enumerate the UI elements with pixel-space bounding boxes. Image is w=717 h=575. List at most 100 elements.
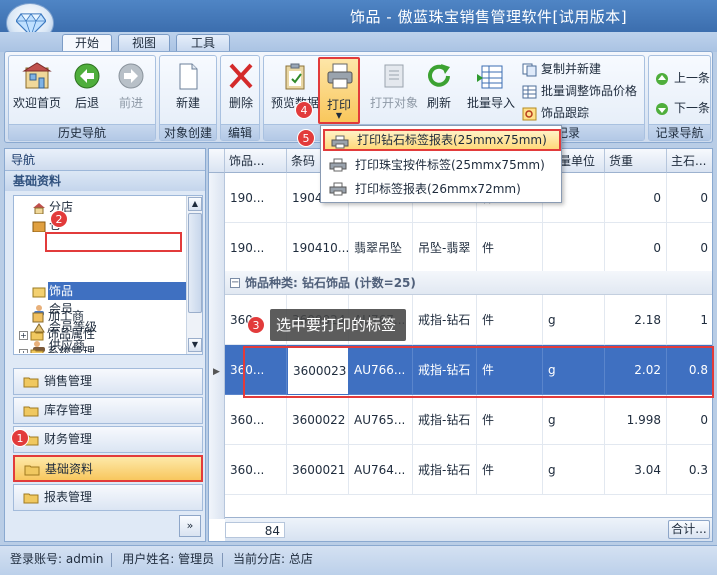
expand-plus-icon[interactable]: + [19,349,28,353]
home-label: 欢迎首页 [12,96,61,110]
cell-unit[interactable]: 件 [477,345,543,395]
step-badge-4: 4 [295,101,313,119]
module-sales[interactable]: 销售管理 [13,368,203,395]
column-header-item[interactable]: 饰品... [225,149,287,173]
cell-item[interactable]: 360... [225,345,287,395]
tree-item-label: 系统管理 [47,345,96,353]
step-badge-2: 2 [50,210,68,228]
back-button[interactable]: 后退 [65,60,109,116]
cell-main-stone[interactable]: 0.3 [667,445,712,495]
delete-x-icon [229,63,253,89]
tree-item-jewelry[interactable]: 饰品 [32,282,73,300]
instruction-callout: 选中要打印的标签 [270,309,407,341]
module-label: 财务管理 [44,432,93,446]
cell-barcode[interactable]: 190410... [287,223,349,273]
tab-tools[interactable]: 工具 [176,34,230,52]
expand-plus-icon[interactable]: + [19,331,28,340]
cell-unit[interactable]: 件 [477,445,543,495]
printer-icon [329,182,347,196]
home-button[interactable]: 欢迎首页 [11,60,63,116]
scroll-thumb[interactable] [188,213,202,313]
cell-code[interactable]: AU765... [349,395,413,445]
cell-goods-weight[interactable]: 2.02 [605,345,667,395]
delete-button[interactable]: 删除 [218,60,264,116]
tree-item-label: 加工商 [48,309,85,323]
expand-nav-chevron-icon[interactable]: » [179,515,201,537]
cell-weight-unit[interactable]: g [543,445,605,495]
batch-import-button[interactable]: 批量导入 [464,60,518,116]
cell-barcode[interactable]: 3600021 [287,445,349,495]
cell-weight-unit[interactable]: g [543,345,605,395]
print-dropdown-menu: 打印钻石标签报表(25mmx75mm) 打印珠宝按件标签(25mmx75mm) … [320,125,562,203]
prev-record-button[interactable]: 上一条 [655,69,710,87]
module-label: 销售管理 [44,374,93,388]
row-selector-column[interactable] [209,173,225,519]
cell-goods-weight[interactable]: 2.18 [605,295,667,345]
tree-item-processor[interactable]: 加工商 [31,307,84,325]
collapse-minus-icon[interactable]: − [230,278,240,288]
cell-category[interactable]: 吊坠-翡翠 [413,223,477,273]
folder-icon [23,493,39,504]
cell-main-stone[interactable]: 0 [667,223,712,273]
column-header-goods-weight[interactable]: 货重 [605,149,667,173]
back-arrow-icon [74,63,100,89]
cell-code[interactable]: AU766... [349,345,413,395]
cell-main-stone[interactable]: 0 [667,395,712,445]
cell-item[interactable]: 190... [225,173,287,223]
column-header-main-stone[interactable]: 主石... [667,149,712,173]
total-button[interactable]: 合计... [668,520,710,539]
tree-item-jewelry-attributes[interactable]: + 饰品属性 [19,325,95,343]
scroll-down-arrow-icon[interactable]: ▼ [188,338,202,352]
item-trace-button[interactable]: 饰品跟踪 [522,104,589,122]
module-reports[interactable]: 报表管理 [13,484,203,511]
cell-weight-unit[interactable] [543,223,605,273]
group-history-label: 历史导航 [9,124,155,140]
cell-item[interactable]: 360... [225,395,287,445]
cell-name[interactable]: 翡翠吊坠 [349,223,413,273]
tree-item-system[interactable]: + 系统管理 [19,343,95,353]
batch-price-button[interactable]: 批量调整饰品价格 [522,82,637,100]
cell-item[interactable]: 190... [225,223,287,273]
group-create: 新建 对象创建 [159,55,217,141]
copy-new-label: 复制并新建 [541,62,602,76]
cell-unit[interactable]: 件 [477,395,543,445]
cell-goods-weight[interactable]: 3.04 [605,445,667,495]
cell-goods-weight[interactable]: 0 [605,223,667,273]
cell-main-stone[interactable]: 0 [667,173,712,223]
next-record-button[interactable]: 下一条 [655,99,710,117]
cell-main-stone[interactable]: 0.8 [667,345,712,395]
cell-goods-weight[interactable]: 0 [605,173,667,223]
cell-unit[interactable]: 件 [477,223,543,273]
forward-button[interactable]: 前进 [109,60,153,116]
group-row-diamond[interactable]: − 饰品种类: 钻石饰品 (计数=25) [225,271,712,295]
print-button[interactable]: 打印 ▼ [318,57,360,124]
cell-weight-unit[interactable]: g [543,295,605,345]
module-basic-data[interactable]: 基础资料 [13,455,203,482]
module-inventory[interactable]: 库存管理 [13,397,203,424]
cell-main-stone[interactable]: 1 [667,295,712,345]
scroll-up-arrow-icon[interactable]: ▲ [188,197,202,211]
cell-barcode[interactable]: 3600023 [287,345,349,395]
cell-category[interactable]: 戒指-钻石 [413,295,477,345]
tab-view[interactable]: 视图 [118,34,170,52]
copy-new-button[interactable]: 复制并新建 [522,60,601,78]
cell-unit[interactable]: 件 [477,295,543,345]
refresh-button[interactable]: 刷新 [418,60,460,116]
record-count: 84 [225,522,285,538]
cell-category[interactable]: 戒指-钻石 [413,445,477,495]
open-object-icon [384,64,404,88]
cell-goods-weight[interactable]: 1.998 [605,395,667,445]
module-finance[interactable]: 财务管理 [13,426,203,453]
cell-weight-unit[interactable]: g [543,395,605,445]
menu-item-jewelry-piece-label[interactable]: 打印珠宝按件标签(25mmx75mm) [323,154,561,176]
new-button[interactable]: 新建 [165,60,211,116]
tree-scrollbar[interactable]: ▲ ▼ [186,196,202,354]
cell-item[interactable]: 360... [225,445,287,495]
cell-category[interactable]: 戒指-钻石 [413,345,477,395]
cell-category[interactable]: 戒指-钻石 [413,395,477,445]
open-object-button[interactable]: 打开对象 [368,60,420,116]
menu-item-label-report[interactable]: 打印标签报表(26mmx72mm) [323,178,561,200]
cell-code[interactable]: AU764... [349,445,413,495]
cell-barcode[interactable]: 3600022 [287,395,349,445]
menu-item-diamond-label-report[interactable]: 打印钻石标签报表(25mmx75mm) [323,129,561,151]
